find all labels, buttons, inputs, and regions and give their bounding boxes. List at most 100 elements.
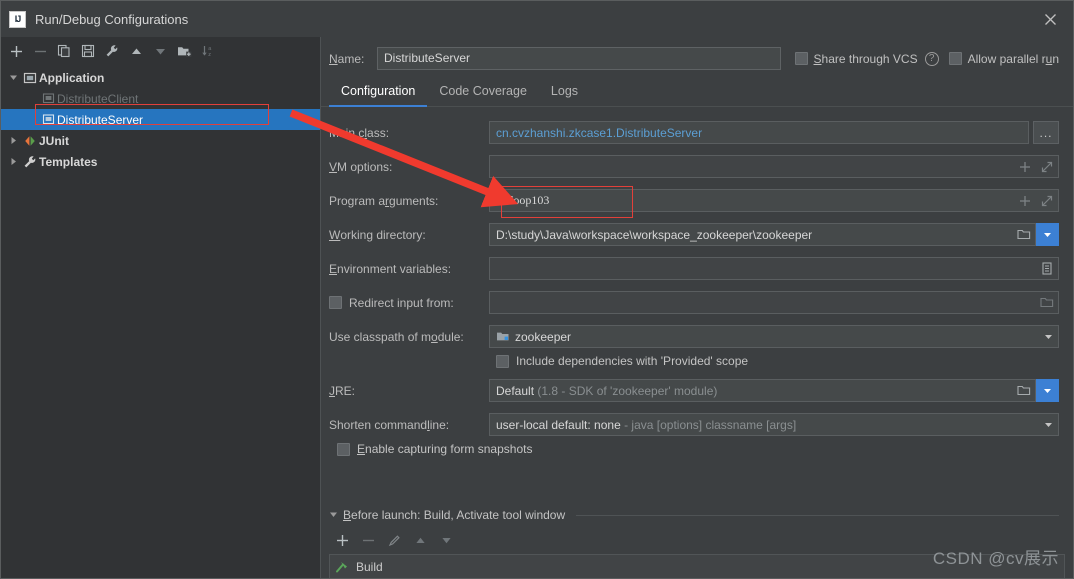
share-vcs-checkbox[interactable] — [794, 52, 808, 65]
dialog-body: a z Application DistributeClient Distrib… — [1, 37, 1073, 578]
folder-add-icon[interactable] — [173, 40, 195, 62]
program-arguments-row: Program a r guments: hadoop103 — [329, 189, 1059, 212]
name-label-rest: ame: — [337, 51, 365, 66]
name-row: Name: DistributeServer Share through VCS… — [321, 37, 1073, 70]
before-launch-header[interactable]: Before launch: Build, Activate tool wind… — [329, 504, 1073, 526]
editor-tabs[interactable]: Configuration Code Coverage Logs — [321, 70, 1073, 107]
form-snapshots-row[interactable]: Enable capturing form snapshots — [337, 442, 1059, 456]
redirect-input-label-group[interactable]: Redirect input from: — [329, 296, 489, 310]
chevron-right-icon[interactable] — [5, 136, 21, 145]
move-task-down-button[interactable] — [435, 529, 457, 551]
vm-options-expand-icon[interactable] — [1036, 156, 1058, 177]
tree-item-application[interactable]: Application — [1, 67, 320, 88]
configuration-editor-panel: Name: DistributeServer Share through VCS… — [321, 37, 1073, 578]
sort-az-icon[interactable]: a z — [197, 40, 219, 62]
move-up-button[interactable] — [125, 40, 147, 62]
remove-button[interactable] — [29, 40, 51, 62]
configurations-panel: a z Application DistributeClient Distrib… — [1, 37, 321, 578]
close-icon[interactable] — [1027, 1, 1073, 37]
save-icon[interactable] — [77, 40, 99, 62]
working-directory-dropdown-icon[interactable] — [1036, 223, 1059, 246]
main-class-browse-button[interactable]: ... — [1033, 121, 1059, 144]
add-button[interactable] — [5, 40, 27, 62]
allow-parallel-run-group[interactable]: Allow parallel run — [948, 51, 1059, 66]
redirect-input-field[interactable] — [489, 291, 1059, 314]
move-down-button[interactable] — [149, 40, 171, 62]
configurations-tree[interactable]: Application DistributeClient DistributeS… — [1, 65, 320, 578]
include-provided-checkbox[interactable] — [496, 354, 509, 368]
tree-item-junit[interactable]: JUnit — [1, 130, 320, 151]
jre-select[interactable]: Default (1.8 - SDK of 'zookeeper' module… — [489, 379, 1036, 402]
environment-variables-row: Environment variables: — [329, 257, 1059, 280]
tab-code-coverage[interactable]: Code Coverage — [427, 80, 539, 107]
wrench-icon[interactable] — [101, 40, 123, 62]
program-arguments-add-icon[interactable] — [1014, 190, 1036, 211]
classpath-module-chevron-down-icon[interactable] — [1038, 326, 1058, 347]
tree-item-label: DistributeServer — [57, 112, 144, 127]
working-directory-label: Working directory: — [329, 227, 426, 242]
share-vcs-group[interactable]: Share through VCS ? — [794, 51, 943, 66]
working-directory-folder-icon[interactable] — [1013, 224, 1035, 245]
program-arguments-expand-icon[interactable] — [1036, 190, 1058, 211]
program-arguments-input[interactable]: hadoop103 — [489, 189, 1059, 212]
vm-options-label: VM options: — [329, 159, 393, 174]
before-launch-chevron-down-icon[interactable] — [329, 510, 338, 521]
shorten-command-line-value: user-local default: none - java [options… — [496, 418, 1038, 432]
tree-item-distributeclient[interactable]: DistributeClient — [1, 88, 320, 109]
config-icon — [39, 92, 57, 105]
environment-variables-list-icon[interactable] — [1036, 258, 1058, 279]
main-class-value: cn.cvzhanshi.zkcase1.DistributeServer — [496, 125, 703, 140]
chevron-right-icon[interactable] — [5, 157, 21, 166]
csdn-watermark: CSDN @cv展示 — [932, 549, 1059, 568]
classpath-module-value: zookeeper — [515, 329, 572, 344]
share-vcs-label: Share through VCS — [813, 51, 918, 66]
copy-icon[interactable] — [53, 40, 75, 62]
jre-value: Default (1.8 - SDK of 'zookeeper' module… — [496, 384, 1013, 398]
jre-row: J RE: Default (1.8 - SDK of 'zookeeper' m… — [329, 379, 1059, 402]
environment-variables-label: Environment variables: — [329, 261, 452, 276]
move-task-up-button[interactable] — [409, 529, 431, 551]
add-task-button[interactable] — [331, 529, 353, 551]
jre-folder-icon[interactable] — [1013, 380, 1035, 401]
allow-parallel-run-checkbox[interactable] — [948, 52, 962, 65]
tree-item-label: JUnit — [39, 133, 69, 148]
vm-options-input[interactable] — [489, 155, 1059, 178]
shorten-command-line-chevron-down-icon[interactable] — [1038, 414, 1058, 435]
redirect-input-checkbox[interactable] — [329, 296, 342, 309]
pencil-icon[interactable] — [383, 529, 405, 551]
include-provided-row[interactable]: Include dependencies with 'Provided' sco… — [496, 354, 1059, 368]
name-label: Name: — [329, 52, 377, 66]
form-snapshots-checkbox[interactable] — [337, 442, 350, 456]
tab-logs[interactable]: Logs — [539, 80, 590, 107]
before-launch-title: Before launch: Build, Activate tool wind… — [343, 508, 566, 522]
name-input[interactable]: DistributeServer — [377, 47, 781, 70]
shorten-command-line-select[interactable]: user-local default: none - java [options… — [489, 413, 1059, 436]
jre-dropdown-icon[interactable] — [1036, 379, 1059, 402]
hammer-icon — [335, 559, 350, 574]
working-directory-input[interactable]: D:\study\Java\workspace\workspace_zookee… — [489, 223, 1036, 246]
jre-value-detail: (1.8 - SDK of 'zookeeper' module) — [534, 383, 718, 398]
name-label-mnemonic: N — [329, 51, 338, 66]
redirect-input-folder-icon[interactable] — [1036, 292, 1058, 313]
jre-value-main: Default — [496, 383, 535, 398]
help-icon[interactable]: ? — [924, 51, 939, 66]
main-class-row: Main c l ass: cn.cvzhanshi.zkcase1.Distrib… — [329, 121, 1059, 144]
main-class-input[interactable]: cn.cvzhanshi.zkcase1.DistributeServer — [489, 121, 1029, 144]
configuration-form: Main c l ass: cn.cvzhanshi.zkcase1.Distrib… — [321, 107, 1073, 504]
dialog-titlebar: IJ Run/Debug Configurations — [1, 1, 1073, 37]
chevron-down-icon[interactable] — [5, 73, 21, 82]
intellij-logo-icon: IJ — [9, 10, 26, 28]
tree-item-distributeserver[interactable]: DistributeServer — [1, 109, 320, 130]
shorten-command-line-label: Shorten command l ine: — [329, 417, 450, 432]
classpath-module-select[interactable]: zookeeper — [489, 325, 1059, 348]
tab-configuration[interactable]: Configuration — [329, 80, 428, 107]
working-directory-row: Working directory: D:\study\Java\workspa… — [329, 223, 1059, 246]
allow-parallel-run-label: Allow parallel run — [967, 51, 1059, 66]
configurations-toolbar: a z — [1, 37, 320, 65]
tree-item-templates[interactable]: Templates — [1, 151, 320, 172]
remove-task-button[interactable] — [357, 529, 379, 551]
program-arguments-label: Program a r guments: — [329, 193, 439, 208]
environment-variables-input[interactable] — [489, 257, 1059, 280]
vm-options-add-icon[interactable] — [1014, 156, 1036, 177]
tree-item-label: Templates — [39, 154, 98, 169]
